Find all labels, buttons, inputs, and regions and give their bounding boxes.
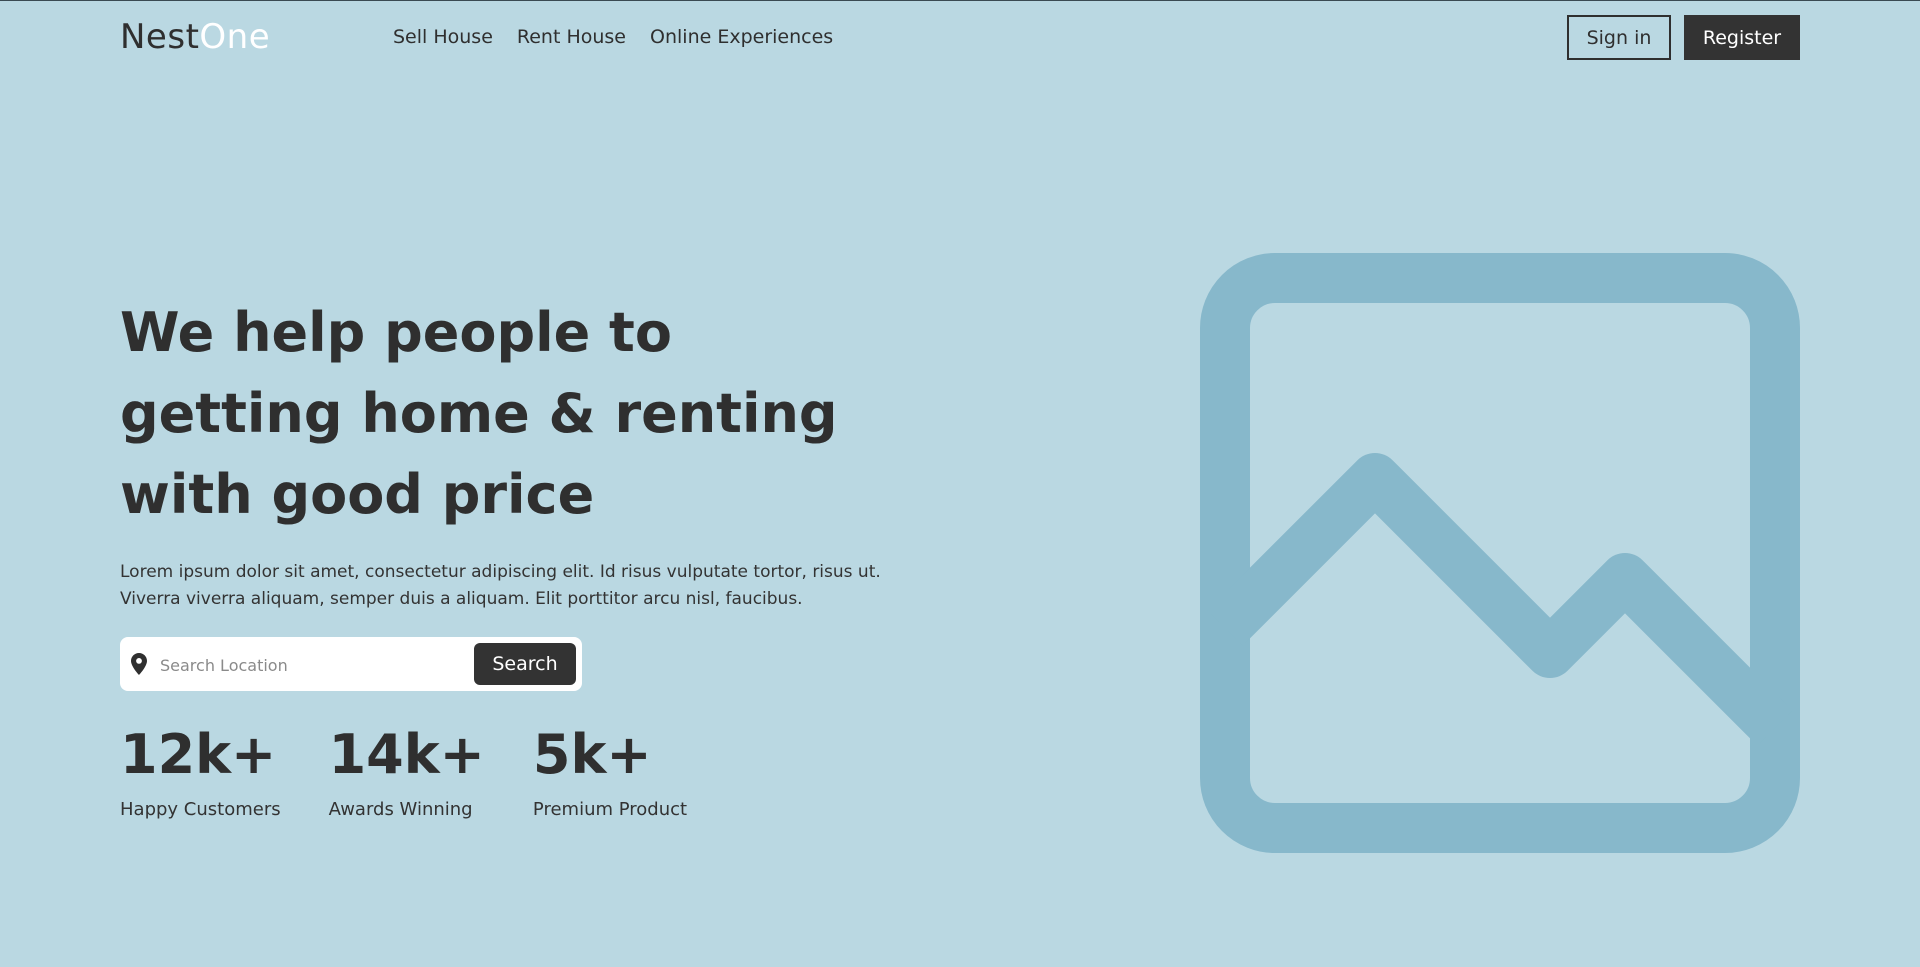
hero-headline: We help people to getting home & renting… — [120, 301, 838, 526]
stat-label: Premium Product — [532, 799, 688, 820]
stat-label: Awards Winning — [328, 799, 473, 820]
register-button[interactable]: Register — [1684, 15, 1800, 60]
search-location-input[interactable] — [158, 647, 422, 683]
logo-text-one: One — [199, 17, 271, 57]
location-search-bar: Search — [120, 637, 582, 691]
hero-description: Lorem ipsum dolor sit amet, consectetur … — [120, 562, 881, 609]
stat-value: 12k+ — [120, 723, 277, 786]
stat-label: Happy Customers — [120, 799, 281, 820]
nav-sell-house[interactable]: Sell House — [393, 26, 493, 48]
stat-awards-winning: 14k+ Awards Winning — [329, 721, 485, 820]
logo-text-nest: Nest — [120, 17, 200, 57]
nav-rent-house[interactable]: Rent House — [517, 26, 626, 48]
logo[interactable]: NestOne — [120, 17, 270, 57]
sign-in-button[interactable]: Sign in — [1567, 15, 1671, 60]
location-pin-icon — [131, 653, 147, 675]
landing-page: NestOne Sell House Rent House Online Exp… — [0, 0, 1920, 967]
stats-row: 12k+ Happy Customers 14k+ Awards Winning… — [120, 721, 735, 820]
stat-happy-customers: 12k+ Happy Customers — [120, 721, 281, 820]
stat-value: 5k+ — [532, 723, 652, 786]
search-button[interactable]: Search — [474, 643, 576, 685]
main-nav: Sell House Rent House Online Experiences — [393, 26, 833, 48]
stat-value: 14k+ — [328, 723, 485, 786]
nav-online-experiences[interactable]: Online Experiences — [650, 26, 833, 48]
image-placeholder-icon — [1200, 253, 1800, 853]
stat-premium-product: 5k+ Premium Product — [533, 721, 687, 820]
